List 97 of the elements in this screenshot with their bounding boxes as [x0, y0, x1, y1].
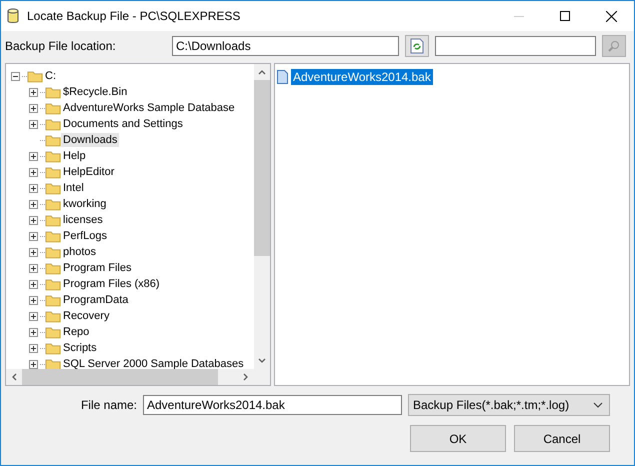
tree-item[interactable]: Intel: [61, 181, 86, 195]
file-type-dropdown[interactable]: Backup Files(*.bak;*.tm;*.log): [408, 394, 610, 416]
tree-item[interactable]: AdventureWorks Sample Database: [61, 101, 237, 115]
folder-icon: [45, 326, 61, 338]
tree-item[interactable]: Program Files: [61, 261, 134, 275]
plus-minus-icon: [31, 330, 36, 334]
folder-icon: [45, 214, 61, 226]
plus-minus-icon: [31, 362, 36, 366]
plus-minus-icon: [31, 186, 36, 190]
folder-icon: [45, 294, 61, 306]
tree-item[interactable]: Documents and Settings: [61, 117, 185, 131]
refresh-button[interactable]: [405, 35, 429, 57]
tree-item[interactable]: kworking: [61, 197, 108, 211]
tree-toggle[interactable]: [29, 248, 38, 256]
tree-item[interactable]: HelpEditor: [61, 165, 116, 179]
tree-toggle[interactable]: [29, 200, 38, 208]
plus-minus-icon: [31, 250, 36, 254]
horizontal-scrollbar[interactable]: [6, 369, 254, 385]
location-field[interactable]: C:\Downloads: [172, 36, 399, 56]
plus-minus-icon: [31, 202, 36, 206]
chevron-down-icon: [593, 402, 603, 408]
tree-item[interactable]: $Recycle.Bin: [61, 85, 130, 99]
tree-item[interactable]: licenses: [61, 213, 105, 227]
file-item[interactable]: AdventureWorks2014.bak: [291, 68, 433, 84]
search-icon: [608, 40, 620, 52]
database-icon: [7, 8, 19, 24]
refresh-icon: [410, 38, 424, 54]
folder-icon: [45, 246, 61, 258]
plus-minus-icon: [31, 90, 36, 94]
folder-icon: [45, 118, 61, 130]
plus-minus-icon: [31, 154, 36, 158]
scroll-up-icon[interactable]: [258, 68, 266, 76]
plus-minus-icon: [31, 122, 36, 126]
tree-toggle[interactable]: [29, 88, 38, 96]
tree-item[interactable]: Repo: [61, 325, 92, 339]
maximize-icon: [560, 11, 570, 21]
tree-toggle[interactable]: [29, 232, 38, 240]
tree-item[interactable]: Help: [61, 149, 88, 163]
tree-toggle[interactable]: [29, 152, 38, 160]
tree-toggle[interactable]: [29, 184, 38, 192]
scroll-down-icon[interactable]: [258, 357, 266, 365]
plus-minus-icon: [31, 170, 36, 174]
folder-icon: [45, 102, 61, 114]
cancel-button[interactable]: Cancel: [514, 425, 610, 452]
tree-toggle[interactable]: [29, 168, 38, 176]
tree-item[interactable]: ProgramData: [61, 293, 130, 307]
tree-toggle[interactable]: [29, 344, 38, 352]
folder-icon: [45, 182, 61, 194]
folder-icon: [45, 262, 61, 274]
plus-minus-icon: [31, 266, 36, 270]
tree-toggle[interactable]: [29, 216, 38, 224]
folder-icon: [45, 230, 61, 242]
tree-toggle[interactable]: [29, 104, 38, 112]
ok-button[interactable]: OK: [410, 425, 506, 452]
tree-toggle[interactable]: [29, 280, 38, 288]
folder-icon: [27, 70, 43, 82]
tree-toggle[interactable]: [29, 120, 38, 128]
folder-icon: [45, 166, 61, 178]
tree-item[interactable]: PerfLogs: [61, 229, 110, 243]
plus-minus-icon: [31, 298, 36, 302]
file-name-field[interactable]: AdventureWorks2014.bak: [143, 395, 402, 415]
plus-minus-icon: [13, 74, 18, 78]
tree-toggle[interactable]: [29, 360, 38, 368]
tree-item[interactable]: Scripts: [61, 341, 99, 355]
folder-icon: [45, 310, 61, 322]
folder-icon: [45, 134, 61, 146]
tree-toggle[interactable]: [11, 72, 20, 80]
folder-icon: [45, 198, 61, 210]
tree-item[interactable]: Downloads: [61, 133, 120, 147]
tree-toggle[interactable]: [29, 328, 38, 336]
scroll-right-icon[interactable]: [242, 373, 250, 381]
window-title: Locate Backup File - PC\SQLEXPRESS: [27, 9, 242, 23]
folder-icon: [45, 86, 61, 98]
tree-item[interactable]: C:: [43, 69, 58, 83]
plus-minus-icon: [31, 346, 36, 350]
plus-minus-icon: [31, 314, 36, 318]
tree-item[interactable]: Recovery: [61, 309, 112, 323]
folder-icon: [45, 278, 61, 290]
scroll-left-icon[interactable]: [10, 373, 18, 381]
file-icon: [277, 70, 288, 84]
tree-toggle[interactable]: [29, 312, 38, 320]
tree-item[interactable]: SQL Server 2000 Sample Databases: [61, 357, 246, 369]
vertical-scrollbar[interactable]: [254, 64, 270, 369]
folder-icon: [45, 342, 61, 354]
folder-icon: [45, 150, 61, 162]
plus-minus-icon: [31, 106, 36, 110]
tree-item[interactable]: photos: [61, 245, 98, 259]
plus-minus-icon: [31, 282, 36, 286]
tree-toggle[interactable]: [29, 296, 38, 304]
location-label: Backup File location:: [5, 39, 117, 53]
plus-minus-icon: [31, 234, 36, 238]
file-name-label: File name:: [80, 398, 137, 412]
close-icon: [606, 10, 616, 22]
plus-minus-icon: [31, 218, 36, 222]
search-field[interactable]: [435, 36, 596, 56]
tree-toggle[interactable]: [29, 264, 38, 272]
tree-item[interactable]: Program Files (x86): [61, 277, 162, 291]
